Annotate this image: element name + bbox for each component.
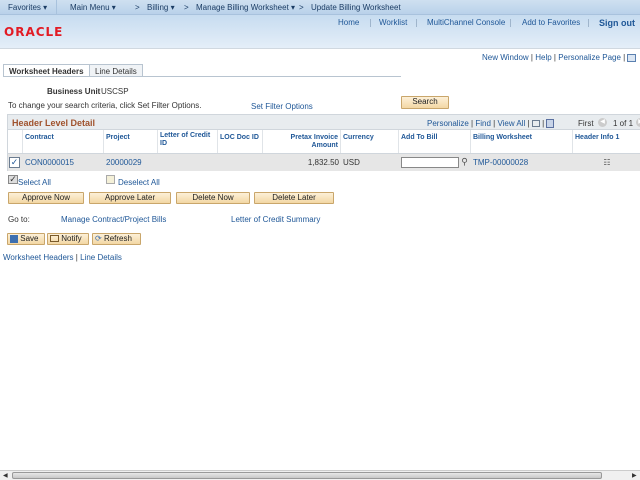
row-checkbox[interactable]: ✓ xyxy=(9,157,20,168)
set-filter-options-link[interactable]: Set Filter Options xyxy=(251,102,313,111)
loc-id-cell xyxy=(158,154,218,171)
business-unit-value: USCSP xyxy=(101,87,129,96)
col-loc-doc-id[interactable]: LOC Doc ID xyxy=(218,130,263,153)
refresh-button[interactable]: ⟳ Refresh xyxy=(92,233,141,245)
scroll-right-icon[interactable]: ▶ xyxy=(632,472,637,479)
find-link[interactable]: Find xyxy=(475,119,491,128)
select-all-link[interactable]: Select All xyxy=(18,178,51,187)
lookup-icon[interactable]: ⚲ xyxy=(461,157,468,167)
select-all-checkbox-icon[interactable]: ✓ xyxy=(8,175,18,184)
previous-icon[interactable]: ◀ xyxy=(598,118,607,127)
personalize-page-link[interactable]: Personalize Page xyxy=(558,53,621,62)
download-excel-icon[interactable] xyxy=(546,119,555,129)
amount-cell: 1,832.50 xyxy=(263,154,341,171)
save-button[interactable]: Save xyxy=(7,233,45,245)
add-to-favorites-link[interactable]: Add to Favorites xyxy=(522,18,580,27)
col-add-to-bill[interactable]: Add To Bill xyxy=(399,130,471,153)
hierarchy-icon[interactable]: ☷ xyxy=(573,154,640,171)
oracle-logo: ORACLE xyxy=(4,25,64,39)
footer-links: Worksheet Headers | Line Details xyxy=(3,253,122,262)
new-window-link[interactable]: New Window xyxy=(482,53,529,62)
nav-manage-billing-worksheet[interactable]: Manage Billing Worksheet ▾ xyxy=(196,3,295,12)
horizontal-scrollbar[interactable]: ◀ ▶ xyxy=(0,470,640,480)
approve-now-button[interactable]: Approve Now xyxy=(8,192,84,204)
view-all-link[interactable]: View All xyxy=(497,119,525,128)
refresh-icon: ⟳ xyxy=(95,234,102,243)
search-button[interactable]: Search xyxy=(401,96,449,109)
zoom-grid-icon[interactable] xyxy=(531,120,540,128)
header-level-detail-grid: Header Level Detail Personalize | Find |… xyxy=(7,114,640,171)
col-billing-worksheet[interactable]: Billing Worksheet xyxy=(471,130,573,153)
save-icon xyxy=(10,234,18,243)
currency-cell: USD xyxy=(341,154,399,171)
nav-favorites[interactable]: Favorites ▾ xyxy=(8,3,47,12)
sign-out-link[interactable]: Sign out xyxy=(599,18,635,28)
nav-billing[interactable]: Billing ▾ xyxy=(147,3,175,12)
col-header-info-1[interactable]: Header Info 1 xyxy=(573,130,640,153)
personalize-link[interactable]: Personalize xyxy=(427,119,469,128)
notify-icon xyxy=(50,235,59,243)
col-letter-of-credit-id[interactable]: Letter of Credit ID xyxy=(158,130,218,153)
col-project[interactable]: Project xyxy=(104,130,158,153)
first-link[interactable]: First xyxy=(578,119,594,128)
nav-main-menu[interactable]: Main Menu ▾ xyxy=(70,3,116,12)
business-unit-label: Business Unit xyxy=(47,87,101,96)
breadcrumb-sep: > xyxy=(184,3,189,12)
col-currency[interactable]: Currency xyxy=(341,130,399,153)
grid-title: Header Level Detail xyxy=(12,118,96,128)
scroll-left-icon[interactable]: ◀ xyxy=(3,472,8,479)
nav-current-page[interactable]: Update Billing Worksheet xyxy=(311,3,401,12)
footer-line-details-link[interactable]: Line Details xyxy=(80,253,122,262)
tab-line-details[interactable]: Line Details xyxy=(89,64,143,76)
page-layout-icon[interactable] xyxy=(627,53,637,62)
filter-instruction: To change your search criteria, click Se… xyxy=(8,101,202,110)
manage-contract-project-bills-link[interactable]: Manage Contract/Project Bills xyxy=(61,215,166,224)
scrollbar-thumb[interactable] xyxy=(12,472,602,479)
tab-worksheet-headers[interactable]: Worksheet Headers xyxy=(3,64,90,76)
multichannel-console-link[interactable]: MultiChannel Console xyxy=(427,18,505,27)
footer-worksheet-headers-link[interactable]: Worksheet Headers xyxy=(3,253,74,262)
approve-later-button[interactable]: Approve Later xyxy=(89,192,171,204)
letter-of-credit-summary-link[interactable]: Letter of Credit Summary xyxy=(231,215,320,224)
notify-button[interactable]: Notify xyxy=(47,233,89,245)
go-to-label: Go to: xyxy=(8,215,30,224)
delete-now-button[interactable]: Delete Now xyxy=(176,192,250,204)
project-link[interactable]: 20000029 xyxy=(104,154,158,171)
help-link[interactable]: Help xyxy=(535,53,551,62)
contract-link[interactable]: CON0000015 xyxy=(23,154,104,171)
add-to-bill-input[interactable] xyxy=(401,157,459,168)
header-band: Home Worklist MultiChannel Console Add t… xyxy=(0,15,640,49)
delete-later-button[interactable]: Delete Later xyxy=(254,192,334,204)
next-icon[interactable]: ▶ xyxy=(636,118,640,127)
row-count: 1 of 1 xyxy=(613,119,634,128)
col-pretax-invoice-amount[interactable]: Pretax Invoice Amount xyxy=(263,130,341,153)
home-link[interactable]: Home xyxy=(338,18,359,27)
worklist-link[interactable]: Worklist xyxy=(379,18,407,27)
loc-doc-cell xyxy=(218,154,263,171)
breadcrumb-sep: > xyxy=(135,3,140,12)
breadcrumb-sep: > xyxy=(299,3,304,12)
top-nav-bar: Favorites ▾ Main Menu ▾ > Billing ▾ > Ma… xyxy=(0,0,640,15)
page-bar: New Window | Help | Personalize Page | xyxy=(482,53,637,62)
billing-worksheet-link[interactable]: TMP-00000028 xyxy=(471,154,573,171)
col-contract[interactable]: Contract xyxy=(23,130,104,153)
deselect-all-checkbox-icon[interactable] xyxy=(106,175,115,184)
deselect-all-link[interactable]: Deselect All xyxy=(118,178,160,187)
